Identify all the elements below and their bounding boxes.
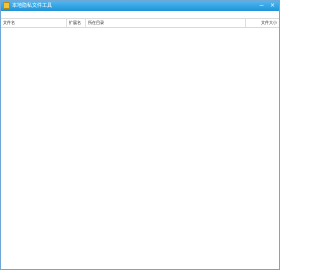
column-header-filesize[interactable]: 文件大小 xyxy=(246,19,279,27)
column-header-extension[interactable]: 扩展名 xyxy=(67,19,86,27)
app-icon xyxy=(3,2,10,9)
file-list[interactable] xyxy=(1,28,279,269)
toolbar-area xyxy=(1,11,279,19)
column-header-directory[interactable]: 所在目录 xyxy=(86,19,246,27)
title-bar[interactable]: 本地隐私文件工具 − × xyxy=(1,1,279,11)
column-header-filename[interactable]: 文件名 xyxy=(1,19,67,27)
minimize-icon: − xyxy=(258,2,265,9)
close-icon: × xyxy=(269,2,276,9)
table-header: 文件名 扩展名 所在目录 文件大小 xyxy=(1,19,279,28)
window-title: 本地隐私文件工具 xyxy=(12,3,53,9)
app-window: 本地隐私文件工具 − × 文件名 扩展名 所在目录 文件大小 xyxy=(0,0,280,270)
close-button[interactable]: × xyxy=(268,2,277,10)
minimize-button[interactable]: − xyxy=(257,2,266,10)
